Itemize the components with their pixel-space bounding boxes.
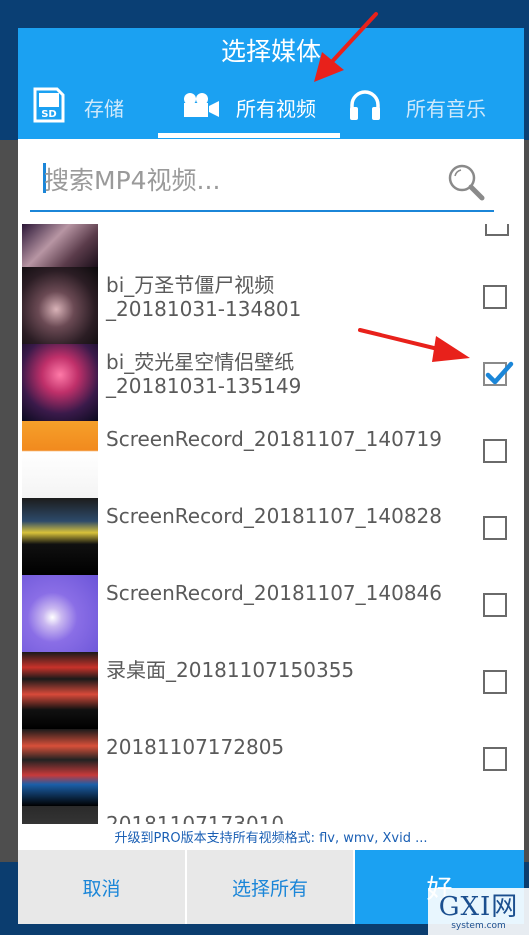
video-list-item[interactable]: bi_荧光星空情侣壁纸 _20181031-135149: [18, 344, 524, 421]
tab-all-music[interactable]: 所有音乐: [348, 75, 524, 139]
tab-storage-label: 存储: [84, 96, 124, 121]
video-thumbnail: [22, 575, 98, 652]
svg-text:SD: SD: [41, 109, 57, 120]
video-list-item[interactable]: 20181107173010: [18, 806, 524, 824]
video-title-line: bi_荧光星空情侣壁纸: [106, 350, 295, 374]
video-thumbnail: [22, 498, 98, 575]
sd-card-icon: SD: [32, 87, 66, 128]
item-checkbox[interactable]: [483, 747, 507, 771]
search-bar: [30, 156, 494, 212]
headphones-icon: [348, 89, 382, 126]
video-title: ScreenRecord_20181107_140846: [106, 581, 443, 605]
video-title-line: _20181031-135149: [106, 374, 302, 398]
video-thumbnail: [22, 652, 98, 729]
search-icon[interactable]: [446, 162, 486, 206]
video-title-line: bi_万圣节僵尸视频: [106, 273, 275, 297]
video-list-item[interactable]: ScreenRecord_20181107_140846: [18, 575, 524, 652]
watermark-logo-text: GXI网: [438, 891, 519, 922]
video-thumbnail: [22, 224, 98, 267]
video-title: bi_荧光星空情侣壁纸 _20181031-135149: [106, 350, 466, 398]
upgrade-pro-note[interactable]: 升级到PRO版本支持所有视频格式: flv, wmv, Xvid ...: [18, 828, 524, 850]
item-checkbox[interactable]: [483, 439, 507, 463]
item-checkbox[interactable]: [483, 516, 507, 540]
video-list[interactable]: bi_万圣节僵尸视频 _20181031-134801 bi_荧光星空情侣壁纸 …: [18, 224, 524, 824]
video-list-item[interactable]: 20181107172805: [18, 729, 524, 806]
item-checkbox[interactable]: [483, 361, 514, 386]
video-title: ScreenRecord_20181107_140828: [106, 504, 443, 528]
video-camera-icon: [182, 92, 220, 123]
active-tab-indicator: [158, 133, 340, 138]
video-thumbnail: [22, 421, 98, 498]
select-media-dialog: 选择媒体 SD 存储 所有视频 所有音乐 搜索MP4视频... bi_万圣节僵尸…: [18, 28, 524, 924]
video-list-item[interactable]: 录桌面_20181107150355: [18, 652, 524, 729]
media-tab-bar: SD 存储 所有视频 所有音乐: [18, 75, 524, 139]
video-title: 20181107172805: [106, 735, 285, 759]
tab-all-music-label: 所有音乐: [406, 96, 486, 121]
tab-all-videos[interactable]: 所有视频: [158, 75, 340, 139]
video-title: ScreenRecord_20181107_140719: [106, 427, 443, 451]
site-watermark: GXI网 system.com: [428, 888, 529, 935]
select-all-button[interactable]: 选择所有: [187, 850, 353, 924]
video-title: 录桌面_20181107150355: [106, 658, 355, 682]
video-title: bi_万圣节僵尸视频 _20181031-134801: [106, 273, 466, 321]
video-list-item[interactable]: bi_万圣节僵尸视频 _20181031-134801: [18, 267, 524, 344]
video-thumbnail: [22, 729, 98, 806]
video-thumbnail: [22, 267, 98, 344]
item-checkbox[interactable]: [483, 593, 507, 617]
video-list-item[interactable]: ScreenRecord_20181107_140828: [18, 498, 524, 575]
checkmark-icon: [485, 361, 514, 385]
video-thumbnail: [22, 344, 98, 421]
video-thumbnail: [22, 806, 98, 824]
video-title-line: _20181031-134801: [106, 297, 302, 321]
item-checkbox[interactable]: [483, 285, 507, 309]
tab-storage[interactable]: SD 存储: [32, 75, 162, 139]
video-title: 20181107173010: [106, 812, 285, 824]
watermark-domain: system.com: [451, 920, 506, 931]
video-list-item[interactable]: ScreenRecord_20181107_140719: [18, 421, 524, 498]
search-input[interactable]: [44, 160, 444, 200]
item-checkbox[interactable]: [483, 670, 507, 694]
tab-all-videos-label: 所有视频: [236, 96, 316, 121]
cancel-button[interactable]: 取消: [18, 850, 185, 924]
item-checkbox[interactable]: [485, 224, 509, 236]
dialog-title: 选择媒体: [18, 28, 524, 75]
